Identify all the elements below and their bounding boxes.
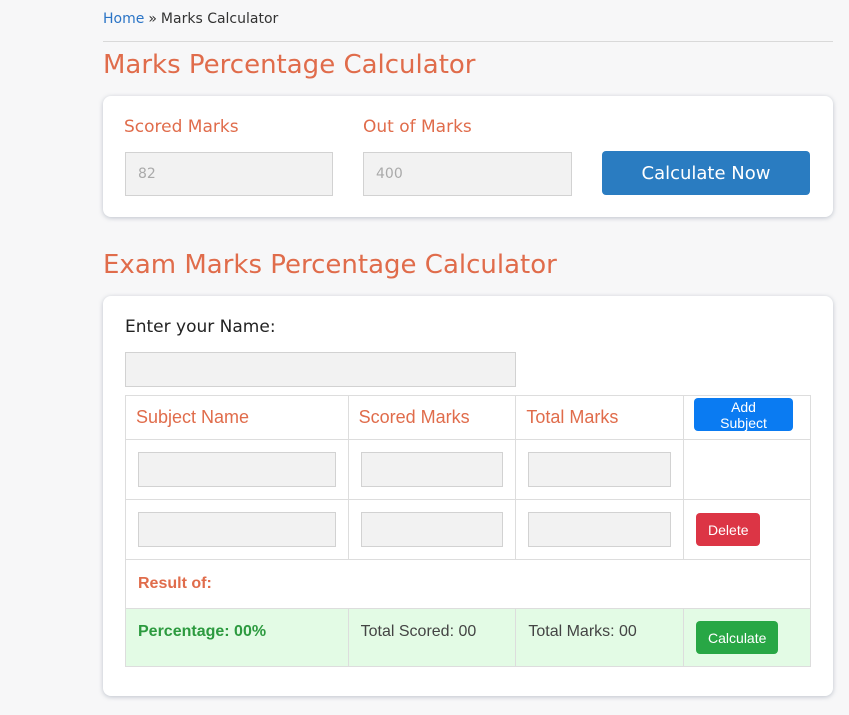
exam-calculator-card: Enter your Name: Subject Name Scored Mar…: [103, 296, 833, 696]
breadcrumb: Home» Marks Calculator: [103, 11, 278, 27]
scored-cell: [347, 499, 517, 560]
name-input[interactable]: [125, 352, 516, 387]
exam-calculator-title: Exam Marks Percentage Calculator: [103, 250, 557, 280]
column-header-subject: Subject Name: [125, 395, 349, 440]
table-header-row: Subject Name Scored Marks Total Marks Ad…: [125, 395, 811, 440]
column-header-total: Total Marks: [515, 395, 685, 440]
scored-marks-input[interactable]: [125, 152, 333, 196]
action-cell: [683, 439, 811, 500]
scored-marks-label: Scored Marks: [124, 117, 239, 137]
subject-cell: [125, 439, 349, 500]
column-header-action: Add Subject: [683, 395, 811, 440]
delete-row-button[interactable]: Delete: [696, 513, 761, 546]
total-cell: [515, 499, 685, 560]
subject-cell: [125, 499, 349, 560]
scored-cell: [347, 439, 517, 500]
total-marks-row-input[interactable]: [528, 452, 672, 487]
action-cell: Delete: [683, 499, 811, 560]
breadcrumb-current: Marks Calculator: [160, 11, 279, 27]
table-row: [125, 439, 811, 500]
total-marks-result: Total Marks: 00: [515, 608, 685, 667]
total-cell: [515, 439, 685, 500]
out-of-marks-input[interactable]: [363, 152, 572, 196]
divider: [103, 41, 833, 42]
simple-calculator-card: Scored Marks Out of Marks Calculate Now: [103, 96, 833, 217]
scored-marks-row-input[interactable]: [360, 452, 504, 487]
breadcrumb-separator: »: [148, 11, 157, 27]
table-row: Delete: [125, 499, 811, 560]
total-marks-row-input[interactable]: [528, 512, 672, 547]
scored-marks-row-input[interactable]: [360, 512, 504, 547]
column-header-scored: Scored Marks: [347, 395, 517, 440]
subject-name-input[interactable]: [138, 452, 336, 487]
subjects-table: Subject Name Scored Marks Total Marks Ad…: [125, 395, 811, 667]
name-label: Enter your Name:: [125, 317, 276, 337]
calculate-cell: Calculate: [683, 608, 811, 667]
subject-name-input[interactable]: [138, 512, 336, 547]
breadcrumb-home-link[interactable]: Home: [103, 11, 144, 27]
out-of-marks-label: Out of Marks: [363, 117, 472, 137]
percentage-result: Percentage: 00%: [125, 608, 349, 667]
page-title: Marks Percentage Calculator: [103, 50, 476, 80]
add-subject-button[interactable]: Add Subject: [694, 398, 794, 432]
result-label: Result of:: [125, 559, 811, 609]
result-label-row: Result of:: [125, 559, 811, 609]
total-scored-result: Total Scored: 00: [347, 608, 517, 667]
result-summary-row: Percentage: 00% Total Scored: 00 Total M…: [125, 608, 811, 667]
calculate-button[interactable]: Calculate: [696, 621, 779, 654]
calculate-now-button[interactable]: Calculate Now: [602, 151, 810, 195]
